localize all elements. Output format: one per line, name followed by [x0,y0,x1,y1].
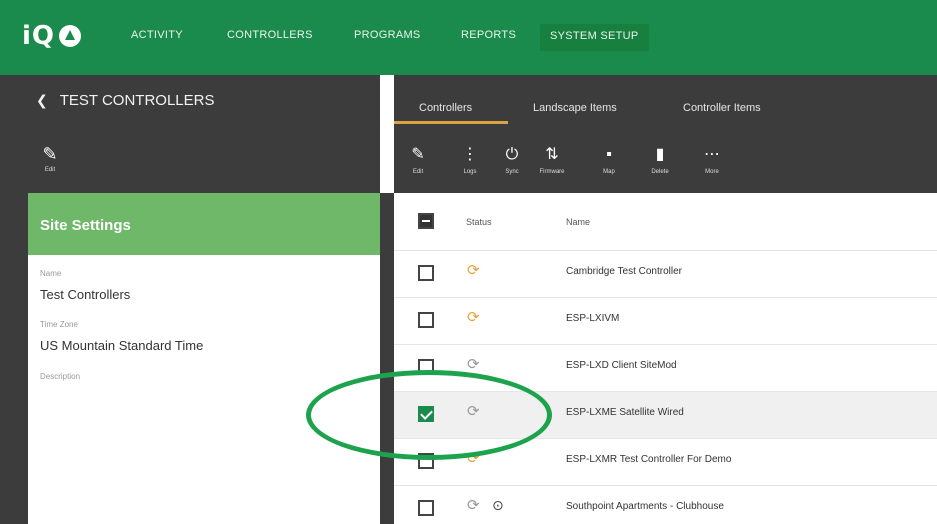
toolbar-more-button[interactable]: ⋯ More [698,145,726,181]
chevron-left-icon: ❮ [36,92,48,108]
toolbar-sync-label: Sync [505,169,519,175]
toolbar-more-label: More [705,169,719,175]
toolbar-delete-button[interactable]: ▮ Delete [646,145,674,181]
status-target-icon: ⊙ [492,497,504,513]
logo-text: iQ [22,21,56,51]
toolbar-firmware-label: Firmware [539,169,565,175]
left-gutter [0,193,28,524]
description-field-label: Description [40,372,81,381]
controller-name: ESP-LXD Client SiteMod [566,360,677,371]
toolbar-map-label: Map [603,169,615,175]
row-checkbox[interactable] [418,500,434,516]
controller-name: ESP-LXMR Test Controller For Demo [566,454,732,465]
timezone-field-value: US Mountain Standard Time [40,338,204,353]
logs-icon: ⋮ [462,146,478,163]
status-column-header[interactable]: Status [466,217,492,227]
controller-name: Southpoint Apartments - Clubhouse [566,501,724,512]
select-all-checkbox[interactable] [418,213,434,229]
status-sync-icon: ⟳ [467,356,480,373]
name-column-header[interactable]: Name [566,217,590,227]
name-field-value: Test Controllers [40,287,131,302]
back-to-site-link[interactable]: ❮ TEST CONTROLLERS [36,92,215,109]
controller-name: ESP-LXIVM [566,313,620,324]
nav-system-setup[interactable]: SYSTEM SETUP [540,24,649,51]
site-edit-label: Edit [44,167,56,173]
toolbar-sync-button[interactable]: ⏻ Sync [498,145,526,181]
delete-icon: ▮ [655,146,665,163]
toolbar-edit-button[interactable]: ✎ Edit [404,145,432,181]
status-sync-icon: ⟳ [467,309,480,326]
logo-mark-icon [59,25,82,47]
top-nav-bar: iQ ACTIVITY CONTROLLERS PROGRAMS REPORTS… [0,0,937,75]
status-sync-icon: ⟳ [467,262,480,279]
site-edit-button[interactable]: ✎ Edit [38,145,62,179]
pencil-icon: ✎ [42,144,58,164]
map-icon: ▪ [606,146,612,163]
controller-name: Cambridge Test Controller [566,266,682,277]
toolbar-map-button[interactable]: ▪ Map [595,145,623,181]
toolbar-logs-label: Logs [463,169,477,175]
pencil-icon: ✎ [411,146,425,163]
row-checkbox[interactable] [418,312,434,328]
name-field-label: Name [40,269,62,278]
controller-name: ESP-LXME Satellite Wired [566,407,684,418]
row-checkbox[interactable] [418,265,434,281]
nav-activity[interactable]: ACTIVITY [131,29,183,47]
more-icon: ⋯ [704,146,720,163]
toolbar-logs-button[interactable]: ⋮ Logs [456,145,484,181]
toolbar-edit-label: Edit [412,169,424,175]
site-title: TEST CONTROLLERS [59,92,215,109]
active-tab-indicator [394,121,508,124]
tab-controllers[interactable]: Controllers [419,102,472,114]
nav-programs[interactable]: PROGRAMS [354,29,421,47]
iq-logo[interactable]: iQ [22,21,82,51]
panel-divider [380,193,394,524]
nav-reports[interactable]: REPORTS [461,29,516,47]
sync-icon: ⏻ [505,146,519,163]
firmware-icon: ⇅ [545,146,559,163]
highlight-callout-ellipse [306,370,552,460]
toolbar-delete-label: Delete [651,169,669,175]
toolbar-firmware-button[interactable]: ⇅ Firmware [538,145,566,181]
status-sync-icon: ⟳ [467,497,480,514]
site-settings-header: Site Settings [28,193,380,255]
nav-controllers[interactable]: CONTROLLERS [227,29,313,47]
tab-landscape-items[interactable]: Landscape Items [533,102,617,114]
timezone-field-label: Time Zone [40,320,78,329]
tab-controller-items[interactable]: Controller Items [683,102,761,114]
